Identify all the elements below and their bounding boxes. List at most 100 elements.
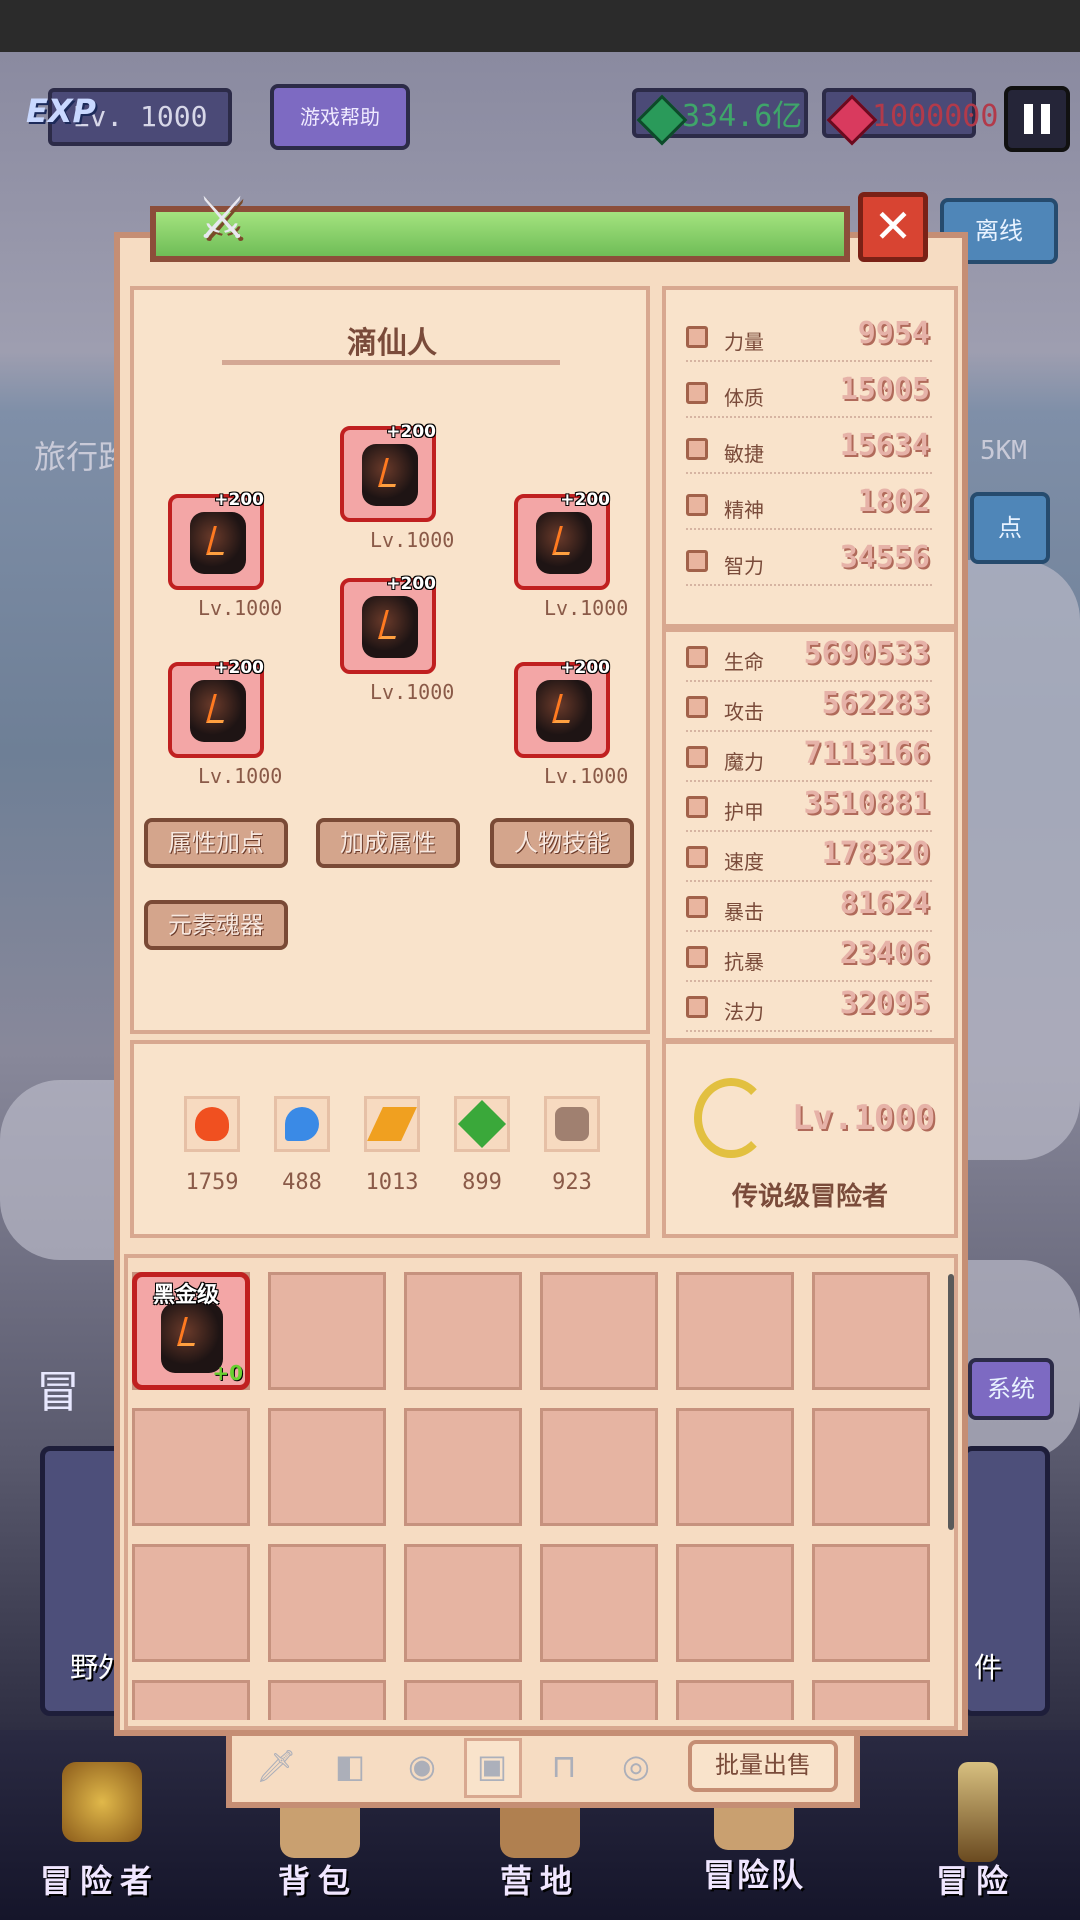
stat-label: 体质 [724, 386, 764, 410]
stat-row-armor: 护甲 3510881 [686, 786, 932, 832]
sword-icon [686, 696, 708, 718]
inventory-slot[interactable] [812, 1680, 930, 1720]
inventory-slot[interactable] [540, 1272, 658, 1390]
inventory-slot[interactable] [676, 1272, 794, 1390]
tab-shield-icon[interactable]: ◧ [330, 1746, 370, 1786]
exp-badge: EXP [26, 92, 96, 130]
inventory-slot[interactable] [540, 1680, 658, 1720]
right-card-label: 件 [974, 1651, 1003, 1684]
stat-value: 1802 [857, 484, 930, 519]
nav-team[interactable]: 冒险队 [664, 1850, 844, 1896]
inventory-slot[interactable] [132, 1680, 250, 1720]
resource-value-lightning: 1013 [365, 1170, 419, 1195]
inventory-scrollbar[interactable] [948, 1274, 954, 1530]
inventory-slot[interactable] [268, 1680, 386, 1720]
stat-label: 智力 [724, 554, 764, 578]
attribute-points-button[interactable]: 属性加点 [144, 818, 288, 868]
inventory-slot[interactable] [812, 1408, 930, 1526]
element-soul-button[interactable]: 元素魂器 [144, 900, 288, 950]
stat-row-crit: 暴击 81624 [686, 886, 932, 932]
stat-value: 178320 [821, 836, 930, 871]
nature-essence-icon [457, 1099, 507, 1149]
enhance-level: +200 [560, 490, 610, 510]
tab-weapon-icon[interactable]: 🗡 [256, 1746, 297, 1786]
resource-value-skull: 923 [552, 1170, 592, 1195]
inventory-slot[interactable] [268, 1272, 386, 1390]
nav-adventurer[interactable]: 冒险者 [10, 1856, 190, 1902]
stat-label: 暴击 [724, 900, 764, 924]
bonus-attributes-button[interactable]: 加成属性 [316, 818, 460, 868]
equip-level: Lv.1000 [198, 764, 283, 788]
inventory-slot[interactable] [404, 1680, 522, 1720]
stat-row-speed: 速度 178320 [686, 836, 932, 882]
stat-label: 魔力 [724, 750, 764, 774]
point-button[interactable]: 点 [970, 492, 1050, 564]
stat-row-strength: 力量 9954 [686, 316, 932, 362]
equip-level: Lv.1000 [198, 596, 283, 620]
inventory-slot[interactable] [540, 1408, 658, 1526]
inventory-slot[interactable] [812, 1272, 930, 1390]
equip-slot-weapon[interactable]: +200 [168, 490, 264, 590]
equip-slot-armor[interactable]: +200 [340, 574, 436, 674]
tab-pants-icon[interactable]: ⊓ [544, 1746, 584, 1786]
item-enhance-level: +0 [212, 1361, 243, 1385]
adventure-partial-label: 冒 [36, 1367, 80, 1418]
game-help-button[interactable]: 游戏帮助 [270, 84, 410, 150]
tab-armor-icon[interactable]: ▣ [472, 1746, 512, 1786]
inventory-slot[interactable] [676, 1680, 794, 1720]
nav-adventure[interactable]: 冒险 [886, 1856, 1066, 1902]
inventory-slot[interactable] [812, 1544, 930, 1662]
resource-slot [184, 1096, 240, 1152]
adventurer-helmet-icon[interactable] [62, 1762, 142, 1842]
pause-button[interactable] [1004, 86, 1070, 152]
system-button[interactable]: 系统 [968, 1358, 1054, 1420]
inventory-slot[interactable] [268, 1408, 386, 1526]
stat-label: 法力 [724, 1000, 764, 1024]
tab-accessory-icon[interactable]: ◎ [616, 1746, 656, 1786]
inventory-slot[interactable] [132, 1408, 250, 1526]
bulk-sell-button[interactable]: 批量出售 [688, 1740, 838, 1792]
inventory-slot[interactable] [132, 1544, 250, 1662]
sword-icon[interactable] [958, 1762, 998, 1862]
stat-row-mana: 法力 32095 [686, 986, 932, 1032]
inventory-slot[interactable] [404, 1544, 522, 1662]
close-button[interactable]: ✕ [858, 192, 928, 262]
resource-value-fire: 1759 [185, 1170, 239, 1195]
character-skills-button[interactable]: 人物技能 [490, 818, 634, 868]
inventory-slot[interactable] [540, 1544, 658, 1662]
inventory-item-armor[interactable]: 黑金级 +0 [132, 1272, 250, 1390]
rank-emblem-icon [694, 1078, 768, 1158]
crit-resist-icon [686, 946, 708, 968]
nav-camp[interactable]: 营地 [450, 1856, 630, 1902]
nav-backpack[interactable]: 背包 [228, 1856, 408, 1902]
inventory-slot[interactable] [268, 1544, 386, 1662]
equip-slot-shield[interactable]: +200 [514, 490, 610, 590]
stat-label: 精神 [724, 498, 764, 522]
inventory-slot[interactable] [404, 1272, 522, 1390]
equip-slot-helmet[interactable]: +200 [340, 422, 436, 522]
stat-value: 5690533 [803, 636, 930, 671]
resource-slot [364, 1096, 420, 1152]
resource-slot [544, 1096, 600, 1152]
stat-label: 生命 [724, 650, 764, 674]
tab-helmet-icon[interactable]: ◉ [402, 1746, 442, 1786]
inventory-grid [132, 1272, 942, 1720]
fire-essence-icon [195, 1107, 229, 1141]
red-currency: 1000000 [822, 88, 998, 146]
heart-icon [686, 382, 708, 404]
inventory-slot[interactable] [404, 1408, 522, 1526]
helmet-icon [362, 444, 418, 506]
equip-slot-boots[interactable]: +200 [514, 658, 610, 758]
inventory-slot[interactable] [676, 1544, 794, 1662]
item-rank-label: 黑金级 [153, 1283, 220, 1308]
stat-value: 81624 [839, 886, 930, 921]
equip-slot-gloves[interactable]: +200 [168, 658, 264, 758]
green-currency-value: 334.6亿 [682, 99, 803, 134]
inventory-slot[interactable] [676, 1408, 794, 1526]
distance-label: 5KM [980, 436, 1027, 466]
brain-icon [686, 550, 708, 572]
stat-row-intelligence: 智力 34556 [686, 540, 932, 586]
water-essence-icon [285, 1107, 319, 1141]
wand-icon [686, 746, 708, 768]
red-currency-value: 1000000 [872, 99, 999, 134]
